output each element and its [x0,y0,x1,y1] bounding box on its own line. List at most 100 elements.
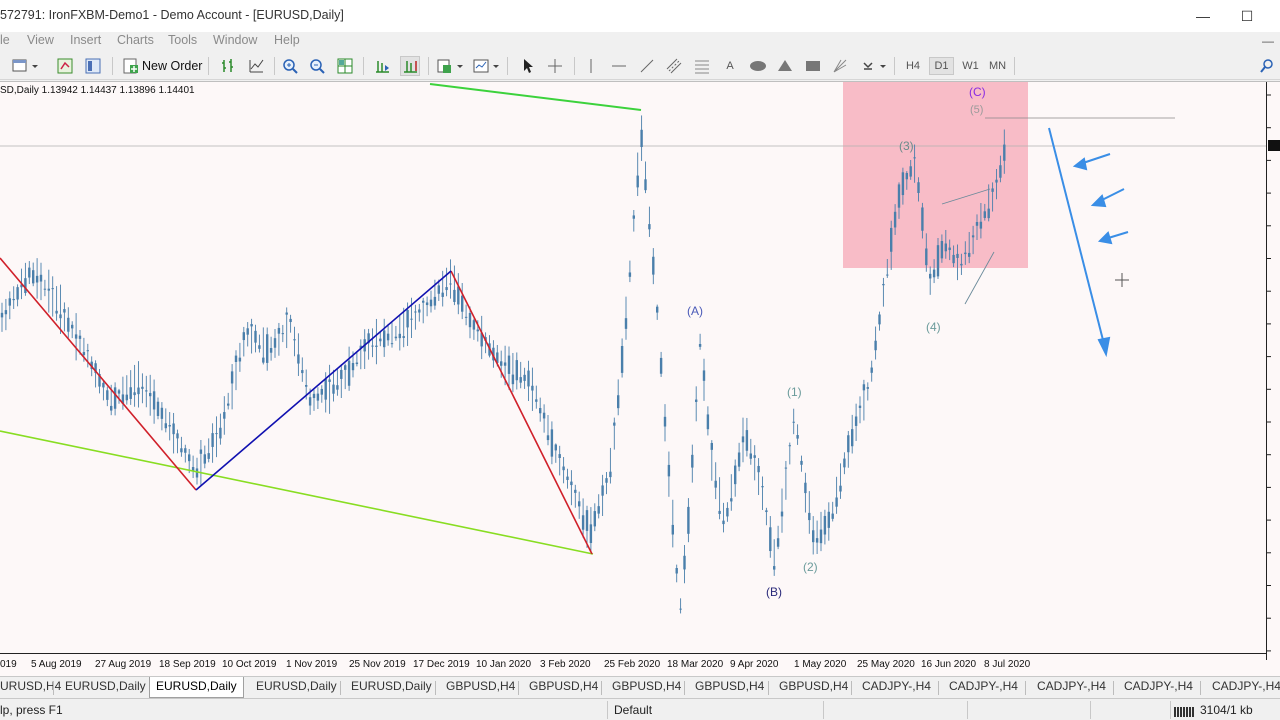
menu-tools[interactable]: Tools [168,33,197,47]
zoom-in-icon[interactable] [280,56,300,76]
line-chart-icon[interactable] [246,56,266,76]
red-wave-lines-2[interactable] [450,270,593,555]
chart-tab[interactable]: CADJPY-,H4 [862,679,931,693]
zoom-out-icon[interactable] [307,56,327,76]
chart-tab[interactable]: EURUSD,Daily [256,679,337,693]
candle-body [184,448,187,453]
menu-help[interactable]: Help [274,33,300,47]
trendline-icon[interactable] [637,56,657,76]
chart-tab[interactable]: CADJPY-,H4 [1037,679,1106,693]
cursor-icon[interactable] [517,56,537,76]
candle-body [905,173,908,180]
indicators-icon[interactable] [436,56,464,76]
chart-tab[interactable]: GBPUSD,H4 [779,679,848,693]
lower-green-trendline[interactable] [0,430,594,555]
templates-icon[interactable] [471,56,501,76]
date-label: 9 Apr 2020 [730,659,779,670]
status-profile[interactable]: Default [614,703,652,717]
candle-body [531,385,534,391]
fibonacci-icon[interactable] [692,56,712,76]
candle-body [16,287,19,300]
wave-label-1[interactable]: (1) [787,385,802,399]
top-green-trendline[interactable] [429,83,642,111]
candle-body [43,288,47,290]
menu-file[interactable]: le [0,33,10,47]
candle-body [589,524,593,544]
menu-charts[interactable]: Charts [117,33,154,47]
timeframe-w1-button[interactable]: W1 [958,57,983,75]
timeframe-h4-button[interactable]: H4 [902,57,924,75]
wave-label-c[interactable]: (C) [969,85,986,99]
wave-label-4[interactable]: (4) [926,320,941,334]
candle-body [901,172,905,196]
crosshair-icon[interactable] [545,56,565,76]
minimize-button[interactable]: — [1180,0,1226,32]
wave-label-b[interactable]: (B) [766,585,782,599]
new-chart-icon[interactable] [10,56,40,76]
tile-windows-icon[interactable] [335,56,355,76]
tab-separator [684,681,685,695]
search-icon[interactable] [1258,56,1276,76]
candle-body [301,370,304,374]
equidistant-channel-icon[interactable] [664,56,684,76]
candle-body [812,530,815,543]
candle-body [546,435,550,441]
chart-tab[interactable]: GBPUSD,H4 [612,679,681,693]
gann-tools-icon[interactable] [830,56,850,76]
timeframe-mn-button[interactable]: MN [985,57,1010,75]
candle-body [347,360,351,386]
forecast-arrows[interactable] [1048,127,1129,358]
menu-insert[interactable]: Insert [70,33,101,47]
connection-bars-icon[interactable] [1174,704,1196,717]
market-watch-icon[interactable] [55,56,75,76]
candle-body [718,510,721,514]
arrows-dropdown-icon[interactable] [860,56,888,76]
text-tool-icon[interactable]: A [720,56,740,76]
red-wave-lines[interactable] [0,257,197,491]
candle-body [172,423,175,435]
candle-body [706,414,710,430]
chart-tab[interactable]: CADJPY-,H4 [1212,679,1280,693]
candle-body [671,524,674,535]
wave-label-2[interactable]: (2) [803,560,818,574]
chart-tab-active[interactable]: EURUSD,Daily [149,677,244,698]
navigator-icon[interactable] [83,56,103,76]
blue-impulse-trendline[interactable] [195,270,452,491]
price-chart[interactable]: SD,Daily 1.13942 1.14437 1.13896 1.14401… [0,81,1280,676]
ellipse-icon[interactable] [747,56,769,76]
wave-label-a[interactable]: (A) [687,304,703,318]
wave-label-3[interactable]: (3) [899,139,914,153]
candle-body [273,338,277,348]
chart-tab[interactable]: CADJPY-,H4 [949,679,1018,693]
chart-tab[interactable]: CADJPY-,H4 [1124,679,1193,693]
price-axis[interactable] [1266,82,1280,660]
chart-shift-icon[interactable] [372,56,392,76]
tab-separator [518,681,519,695]
candle-body [336,385,339,390]
auto-scroll-icon[interactable] [400,56,420,76]
chart-tab[interactable]: EURUSD,Daily [351,679,432,693]
maximize-button[interactable]: ☐ [1224,0,1270,32]
horizontal-line-icon[interactable] [609,56,629,76]
vertical-line-icon[interactable] [581,56,601,76]
timeframe-d1-button[interactable]: D1 [929,57,954,75]
rectangle-icon[interactable] [803,56,823,76]
chart-tab[interactable]: GBPUSD,H4 [695,679,764,693]
candle-body [632,215,635,219]
new-order-button[interactable]: New Order [118,55,207,77]
chart-tab[interactable]: GBPUSD,H4 [529,679,598,693]
minimize-child-icon[interactable]: — [1262,34,1274,48]
triangle-icon[interactable] [775,56,795,76]
candle-body [570,481,573,486]
wave-label-5[interactable]: (5) [970,104,983,116]
terminal-window: 572791: IronFXBM-Demo1 - Demo Account - … [0,0,1280,720]
chart-tab[interactable]: GBPUSD,H4 [446,679,515,693]
candle-body [262,357,265,363]
tab-separator [938,681,939,695]
date-label: 3 Feb 2020 [540,659,591,670]
candle-body [652,256,655,275]
menu-view[interactable]: View [27,33,54,47]
bar-chart-icon[interactable] [218,56,238,76]
chart-tab[interactable]: EURUSD,Daily [65,679,146,693]
menu-window[interactable]: Window [213,33,257,47]
